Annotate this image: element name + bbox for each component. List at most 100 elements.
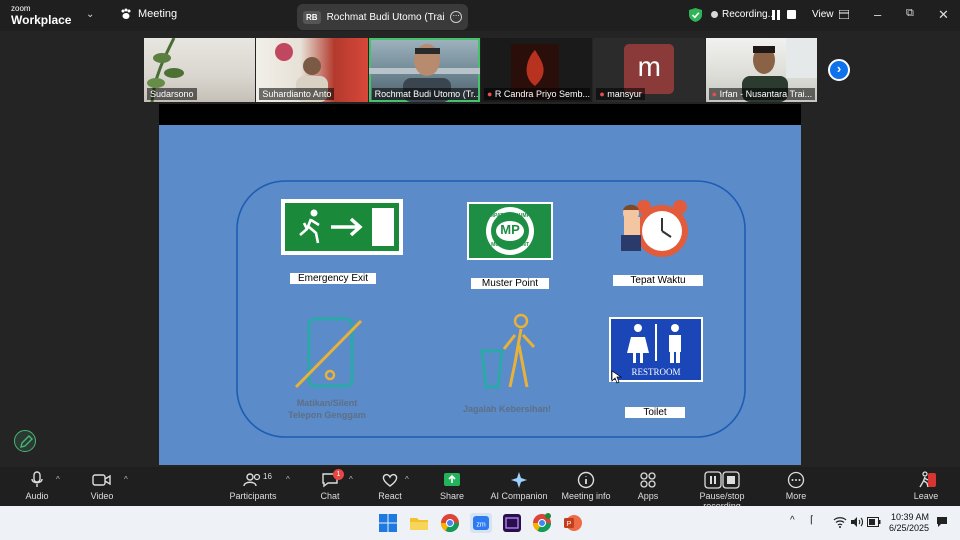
view-label: View [812,9,834,20]
camera-icon [92,474,111,486]
participant-name: Suhardianto Anto [259,88,335,100]
participant-tile[interactable]: ● Irfan - Nusantara Trai... [705,38,817,102]
bluetooth-icon[interactable]: ⌈ [810,515,814,526]
battery-icon[interactable] [867,517,881,527]
info-icon [577,471,595,489]
participant-name: mansyur [607,89,642,99]
recording-label: Recording... [722,9,776,20]
system-clock[interactable]: 10:39 AM 6/25/2025 [889,512,929,534]
jagalah-kebersihan-caption: Jagalah Kebersihan! [462,404,552,414]
leave-label: Leave [913,491,939,501]
file-explorer-icon[interactable] [409,513,429,533]
silent-phone-caption: Matikan/Silent Telepon Genggam [269,397,385,421]
muster-ring-bottom-text: MUSTER POINT [491,242,529,248]
pause-recording-icon[interactable] [771,10,781,20]
participant-tile[interactable]: Sudarsono [144,38,256,102]
microphone-icon [31,471,43,487]
chevron-down-icon[interactable]: ⌄ [86,9,94,20]
next-page-icon[interactable]: › [828,59,850,81]
participant-tile[interactable]: Suhardianto Anto [256,38,368,102]
powerpoint-icon[interactable]: P [563,513,583,533]
windows-taskbar: zm P ^ ⌈ 10:39 AM 6/25/2025 [0,506,960,540]
share-screen-icon [444,473,460,486]
participant-name: Sudarsono [147,88,197,100]
logo-line2: Workplace [11,13,72,27]
sparkle-icon [511,472,527,488]
silent-caption-line2: Telepon Genggam [288,410,366,420]
chat-badge: 1 [333,469,344,480]
participant-name: R Candra Priyo Semb... [494,89,590,99]
grid-view-icon [838,10,849,19]
react-button[interactable]: React [376,471,404,501]
clock-time: 10:39 AM [891,512,930,522]
title-bar: zoom Workplace ⌄ Meeting RB Rochmat Budi… [0,0,960,31]
premiere-app-icon[interactable] [502,513,522,533]
participant-tile[interactable]: ● R Candra Priyo Semb... [480,38,593,102]
muster-ring-top-text: TEMPAT BERKUMPUL [483,213,537,219]
audio-button[interactable]: Audio [22,471,52,501]
muster-mp-text: MP [500,222,520,237]
participant-name: Irfan - Nusantara Trai... [719,89,813,99]
clock-date: 6/25/2025 [889,523,930,533]
logo-line1: zoom [11,4,31,13]
video-options-chevron-icon[interactable]: ^ [124,475,128,484]
share-button[interactable]: Share [438,471,466,501]
participant-tile[interactable]: m ● mansyur [593,38,705,102]
svg-text:P: P [567,521,572,528]
react-options-chevron-icon[interactable]: ^ [405,475,409,484]
annotate-pencil-icon[interactable] [14,430,36,452]
participant-name-wrap: ● R Candra Priyo Semb... [483,88,590,100]
view-button[interactable]: View [812,9,849,20]
tray-overflow-icon[interactable]: ^ [790,515,795,526]
emergency-exit-label: Emergency Exit [290,273,376,284]
pause-stop-recording-button[interactable]: Pause/stop recording [680,471,764,511]
chrome-profile-icon[interactable] [532,513,552,533]
more-label: More [785,491,807,501]
react-label: React [378,491,402,501]
restore-icon[interactable]: ⧉ [906,7,914,20]
more-button[interactable]: More [782,471,810,501]
audio-options-chevron-icon[interactable]: ^ [56,475,60,484]
participants-label: Participants [229,491,277,501]
participant-gallery: Sudarsono Suhardianto Anto Rochmat Budi … [144,38,817,102]
chat-options-chevron-icon[interactable]: ^ [349,475,353,484]
avatar: m [624,44,675,94]
video-button[interactable]: Video [86,471,118,501]
participants-options-chevron-icon[interactable]: ^ [286,475,290,484]
participant-count: 16 [263,472,272,481]
speaker-share-tab[interactable]: RB Rochmat Budi Utomo (Trainer)'s s ⋯ [297,4,468,30]
speaker-tab-label: Rochmat Budi Utomo (Trainer)'s s [326,11,445,23]
zoom-app-icon[interactable]: zm [470,513,492,533]
close-icon[interactable]: ✕ [938,7,949,23]
stop-recording-icon[interactable] [787,10,796,19]
audio-label: Audio [25,491,49,501]
participant-name: Rochmat Budi Utomo (Tr... [371,88,478,100]
wifi-icon[interactable] [833,516,847,528]
windows-start-icon[interactable] [378,513,398,533]
participant-tile-active[interactable]: Rochmat Budi Utomo (Tr... [368,38,480,102]
leave-indicator [928,473,936,487]
minimize-icon[interactable]: – [874,7,881,22]
meeting-info-label: Meeting info [561,491,611,501]
meeting-info-button[interactable]: Meeting info [560,471,612,501]
more-options-icon[interactable]: ⋯ [450,11,462,23]
pause-stop-icon [704,471,740,489]
silent-caption-line1: Matikan/Silent [296,398,358,408]
recording-indicator[interactable]: Recording... [711,9,776,20]
speaker-initials: RB [303,10,321,24]
mic-off-icon: ● [711,89,720,99]
mic-off-icon: ● [486,89,495,99]
toilet-label: Toilet [625,407,685,418]
meeting-toolbar: Audio ^ Video ^ Participants 16 ^ Chat 1… [0,467,960,511]
heart-icon [382,473,398,487]
participant-name-wrap: ● Irfan - Nusantara Trai... [708,88,815,100]
notification-icon[interactable] [936,516,948,528]
chrome-icon[interactable] [440,513,460,533]
ai-companion-button[interactable]: AI Companion [490,471,548,501]
muster-point-label: Muster Point [471,278,549,289]
volume-icon[interactable] [850,516,864,528]
shield-icon[interactable] [689,8,702,22]
tepat-waktu-label: Tepat Waktu [613,275,703,286]
apps-button[interactable]: Apps [634,471,662,501]
meeting-tab[interactable]: Meeting [120,8,177,20]
